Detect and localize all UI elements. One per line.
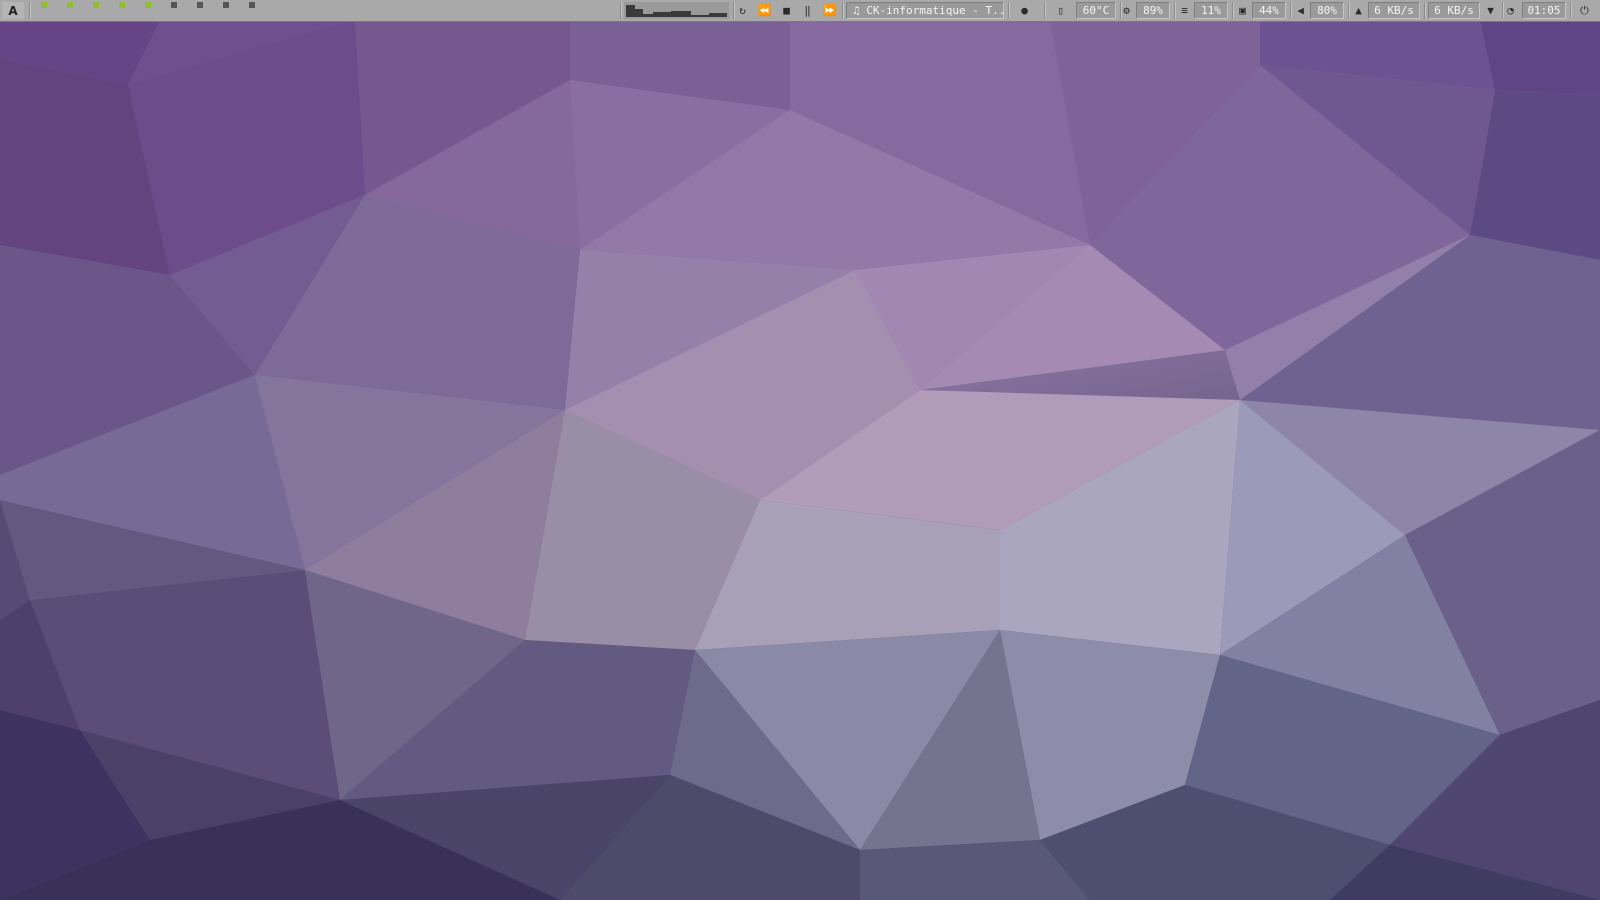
- volume-value[interactable]: 80%: [1310, 2, 1344, 19]
- now-playing-track: CK-informatique - T...: [866, 4, 1004, 17]
- repeat-icon[interactable]: ↻: [734, 2, 751, 19]
- workspace-2[interactable]: [67, 2, 73, 8]
- cpu-value: 89%: [1136, 2, 1170, 19]
- workspace-6[interactable]: [171, 2, 177, 8]
- water-drop-icon: ●: [1021, 4, 1028, 17]
- disk-icon: ▣: [1239, 4, 1246, 17]
- separator: [1174, 2, 1175, 19]
- thermometer-icon: ▯: [1057, 4, 1064, 17]
- next-icon[interactable]: ⏩: [821, 2, 838, 19]
- stop-icon[interactable]: ■: [778, 2, 795, 19]
- workspace-9[interactable]: [249, 2, 255, 8]
- memory-icon: ≡: [1181, 4, 1188, 17]
- separator: [1570, 2, 1571, 19]
- separator: [1348, 2, 1349, 19]
- separator: [1044, 2, 1045, 19]
- clock-time[interactable]: 01:05: [1522, 2, 1566, 19]
- volume-icon[interactable]: ◀: [1292, 2, 1309, 19]
- upload-speed: 6 KB/s: [1368, 2, 1420, 19]
- download-speed: 6 KB/s: [1428, 2, 1480, 19]
- separator: [1290, 2, 1291, 19]
- workspace-1[interactable]: [41, 2, 47, 8]
- download-arrow-icon: ▼: [1487, 4, 1494, 17]
- pause-icon[interactable]: ‖: [799, 2, 816, 19]
- clock-icon: ◔: [1507, 4, 1514, 17]
- workspace-8[interactable]: [223, 2, 229, 8]
- top-panel: A ↻ ⏪ ■ ‖ ⏩ ♫ CK-informatique - T... ● ▯…: [0, 0, 1600, 22]
- cpu-graph: [624, 2, 729, 19]
- workspace-3[interactable]: [93, 2, 99, 8]
- disk-value: 44%: [1252, 2, 1286, 19]
- power-icon[interactable]: ⏻: [1576, 2, 1593, 19]
- now-playing[interactable]: ♫ CK-informatique - T...: [846, 2, 1004, 19]
- separator: [620, 2, 621, 19]
- cpu-icon: ⚙: [1123, 4, 1130, 17]
- separator: [29, 2, 30, 19]
- workspace-5[interactable]: [145, 2, 151, 8]
- temperature-value: 60°C: [1076, 2, 1116, 19]
- previous-icon[interactable]: ⏪: [756, 2, 773, 19]
- desktop-wallpaper: [0, 0, 1600, 900]
- separator: [1008, 2, 1009, 19]
- workspace-4[interactable]: [119, 2, 125, 8]
- separator: [1424, 2, 1425, 19]
- separator: [842, 2, 843, 19]
- arch-launcher-icon[interactable]: A: [2, 2, 24, 19]
- upload-arrow-icon: ▲: [1355, 4, 1362, 17]
- music-note-icon: ♫: [853, 4, 860, 17]
- workspace-7[interactable]: [197, 2, 203, 8]
- separator: [1232, 2, 1233, 19]
- memory-value: 11%: [1194, 2, 1228, 19]
